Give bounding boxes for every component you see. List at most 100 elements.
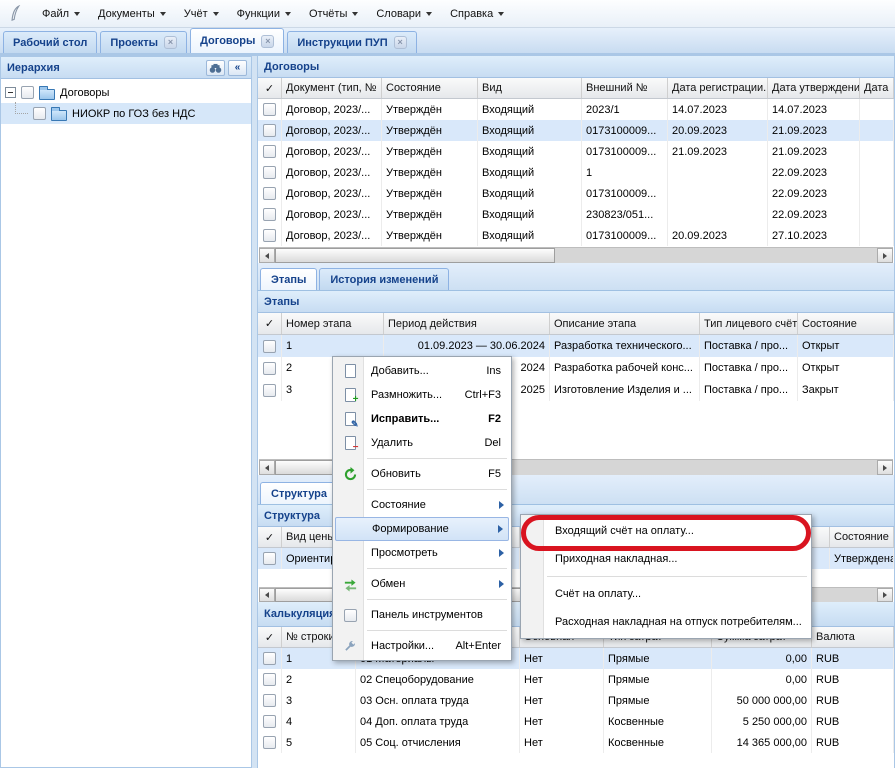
table-row[interactable]: 505 Соц. отчисленияНетКосвенные14 365 00… [258, 732, 894, 753]
close-icon[interactable]: × [394, 36, 407, 49]
menu-item-duplicate[interactable]: +Размножить...Ctrl+F3 [335, 383, 509, 407]
row-checkbox[interactable] [263, 145, 276, 158]
column-header[interactable]: Состояние [382, 78, 478, 98]
table-row[interactable]: Договор, 2023/...УтверждёнВходящий2023/1… [258, 99, 894, 120]
table-row[interactable]: 404 Доп. оплата трудаНетКосвенные5 250 0… [258, 711, 894, 732]
column-header[interactable]: Состояние [830, 527, 894, 547]
close-icon[interactable]: × [164, 36, 177, 49]
cell [860, 183, 894, 204]
contracts-panel: Договоры ✓Документ (тип, №СостояниеВидВн… [257, 56, 895, 263]
menu-item-delete[interactable]: −УдалитьDel [335, 431, 509, 455]
menu-documents[interactable]: Документы [89, 3, 175, 25]
menu-accounting[interactable]: Учёт [175, 3, 228, 25]
column-header[interactable]: Описание этапа [550, 313, 700, 334]
row-checkbox[interactable] [263, 736, 276, 749]
column-header[interactable]: Дата регистрации. [668, 78, 768, 98]
menu-file[interactable]: Файл [33, 3, 89, 25]
menu-help[interactable]: Справка [441, 3, 513, 25]
row-checkbox[interactable] [263, 552, 276, 565]
table-row[interactable]: Договор, 2023/...УтверждёнВходящий017310… [258, 120, 894, 141]
tree-checkbox[interactable] [21, 86, 34, 99]
collapse-panel-icon[interactable]: « [228, 60, 247, 76]
column-header[interactable]: Вид [478, 78, 582, 98]
menu-item-view[interactable]: Просмотреть [335, 541, 509, 565]
row-checkbox[interactable] [263, 694, 276, 707]
row-checkbox[interactable] [263, 124, 276, 137]
table-row[interactable]: Договор, 2023/...УтверждёнВходящий017310… [258, 141, 894, 162]
doc-delete-icon-slot: − [335, 436, 365, 450]
row-checkbox[interactable] [263, 362, 276, 375]
tree-expander-icon[interactable] [5, 87, 16, 98]
menu-item-generate[interactable]: Формирование [335, 517, 509, 541]
tab-projects[interactable]: Проекты× [100, 31, 187, 53]
scroll-left-button[interactable] [259, 248, 275, 263]
column-header[interactable]: Документ (тип, № [282, 78, 382, 98]
menu-item-add[interactable]: Добавить...Ins [335, 359, 509, 383]
column-header[interactable]: Дата утверждения [768, 78, 860, 98]
scroll-right-button[interactable] [877, 460, 893, 475]
scroll-track[interactable] [475, 460, 877, 475]
row-checkbox[interactable] [263, 673, 276, 686]
table-row[interactable]: 101.09.2023 — 30.06.2024Разработка техни… [258, 335, 894, 357]
scroll-right-button[interactable] [877, 248, 893, 263]
close-icon[interactable]: × [261, 35, 274, 48]
tab-desktop[interactable]: Рабочий стол [3, 31, 97, 53]
row-checkbox[interactable] [263, 187, 276, 200]
column-header[interactable]: Тип лицевого счёт [700, 313, 798, 334]
table-row[interactable]: 202 СпецоборудованиеНетПрямые0,00RUB [258, 669, 894, 690]
table-row[interactable]: Договор, 2023/...УтверждёнВходящий017310… [258, 225, 894, 246]
column-header[interactable]: Валюта [812, 627, 894, 647]
scroll-right-button[interactable] [877, 588, 893, 602]
row-checkbox[interactable] [263, 384, 276, 397]
tab-change-history[interactable]: История изменений [319, 268, 449, 290]
column-header[interactable]: Дата [860, 78, 894, 98]
checkmark-column-header: ✓ [258, 78, 282, 98]
scroll-track[interactable] [555, 248, 877, 263]
menu-reports[interactable]: Отчёты [300, 3, 367, 25]
menu-item-label: Просмотреть [365, 547, 491, 559]
row-checkbox[interactable] [263, 652, 276, 665]
menu-item-refresh[interactable]: ОбновитьF5 [335, 462, 509, 486]
tab-structure[interactable]: Структура [260, 482, 338, 504]
row-checkbox[interactable] [263, 715, 276, 728]
search-icon[interactable] [206, 60, 225, 76]
contracts-hscrollbar[interactable] [259, 247, 893, 263]
table-row[interactable]: Договор, 2023/...УтверждёнВходящий122.09… [258, 162, 894, 183]
cell: Утверждён [382, 99, 478, 120]
row-checkbox[interactable] [263, 340, 276, 353]
menu-item-state[interactable]: Состояние [335, 493, 509, 517]
tree-item-contracts[interactable]: Договоры [1, 82, 251, 103]
column-header[interactable]: Номер этапа [282, 313, 384, 334]
scroll-left-button[interactable] [259, 588, 275, 602]
tab-pup-instructions[interactable]: Инструкции ПУП× [287, 31, 416, 53]
submenu-item-incoming-invoice[interactable]: Входящий счёт на оплату... [523, 517, 809, 545]
menu-item-edit[interactable]: ✎Исправить...F2 [335, 407, 509, 431]
table-row[interactable]: Договор, 2023/...УтверждёнВходящий230823… [258, 204, 894, 225]
submenu-item-issue-note[interactable]: Расходная накладная на отпуск потребител… [523, 608, 809, 636]
table-row[interactable]: Договор, 2023/...УтверждёнВходящий017310… [258, 183, 894, 204]
menu-label: Учёт [184, 8, 208, 20]
column-header[interactable]: Период действия [384, 313, 550, 334]
row-checkbox[interactable] [263, 166, 276, 179]
menu-dictionaries[interactable]: Словари [367, 3, 441, 25]
table-row[interactable]: 303 Осн. оплата трудаНетПрямые50 000 000… [258, 690, 894, 711]
row-checkbox[interactable] [263, 103, 276, 116]
scroll-left-button[interactable] [259, 460, 275, 475]
column-header[interactable]: Состояние [798, 313, 894, 334]
tab-stages[interactable]: Этапы [260, 268, 317, 290]
tab-contracts[interactable]: Договоры× [190, 28, 284, 53]
row-checkbox[interactable] [263, 229, 276, 242]
menu-item-settings[interactable]: Настройки...Alt+Enter [335, 634, 509, 658]
tree-item-niokr[interactable]: НИОКР по ГОЗ без НДС [1, 103, 251, 124]
scroll-thumb[interactable] [275, 248, 555, 263]
menu-item-toolbar[interactable]: Панель инструментов [335, 603, 509, 627]
menu-functions[interactable]: Функции [228, 3, 300, 25]
menu-item-exchange[interactable]: Обмен [335, 572, 509, 596]
submenu-item-invoice[interactable]: Счёт на оплату... [523, 580, 809, 608]
column-header[interactable]: Внешний № [582, 78, 668, 98]
refresh-icon [343, 467, 358, 482]
row-checkbox[interactable] [263, 208, 276, 221]
doc-copy-icon-slot: + [335, 388, 365, 402]
submenu-item-receipt-note[interactable]: Приходная накладная... [523, 545, 809, 573]
tree-checkbox[interactable] [33, 107, 46, 120]
